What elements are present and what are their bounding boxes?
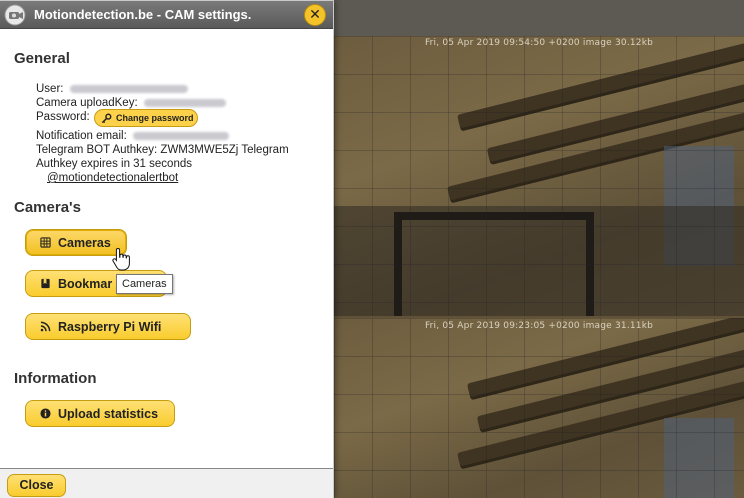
general-heading: General xyxy=(14,50,70,67)
raspberry-pi-wifi-label: Raspberry Pi Wifi xyxy=(58,319,162,334)
cameras-tooltip: Cameras xyxy=(116,274,173,294)
dialog-footer: Close xyxy=(0,469,333,498)
close-icon[interactable]: ✕ xyxy=(304,4,326,26)
cam-settings-dialog: Motiondetection.be - CAM settings. ✕ Gen… xyxy=(0,0,334,498)
password-label: Password: xyxy=(36,111,90,123)
dialog-titlebar[interactable]: Motiondetection.be - CAM settings. ✕ xyxy=(0,1,333,29)
authkey-expiry-text: Authkey expires in 31 seconds xyxy=(36,158,192,170)
telegram-authkey-text: Telegram BOT Authkey: ZWM3MWE5Zj Telegra… xyxy=(36,144,289,156)
change-password-button[interactable]: Change password xyxy=(94,109,198,127)
camera-logo-icon xyxy=(4,4,26,26)
telegram-bot-link-row: @motiondetectionalertbot xyxy=(47,171,178,185)
bookmarks-button-label: Bookmar xyxy=(58,276,113,291)
camera-frame-1[interactable]: Fri, 05 Apr 2019 09:54:50 +0200 image 30… xyxy=(334,36,744,316)
frame-timestamp: Fri, 05 Apr 2019 09:54:50 +0200 image 30… xyxy=(424,38,654,48)
raspberry-pi-wifi-button[interactable]: Raspberry Pi Wifi xyxy=(25,313,191,340)
upload-key-row: Camera uploadKey: xyxy=(36,96,226,110)
cameras-heading: Camera's xyxy=(14,199,81,216)
frame-timestamp: Fri, 05 Apr 2019 09:23:05 +0200 image 31… xyxy=(424,321,654,331)
change-password-label: Change password xyxy=(116,113,194,123)
upload-key-value-redacted xyxy=(143,98,226,107)
cameras-button-label: Cameras xyxy=(58,235,111,250)
notification-email-row: Notification email: xyxy=(36,129,229,143)
information-heading: Information xyxy=(14,370,97,387)
info-icon xyxy=(40,408,51,419)
grid-icon xyxy=(40,237,51,248)
notification-email-redacted xyxy=(132,131,229,140)
close-button[interactable]: Close xyxy=(7,474,66,497)
key-icon xyxy=(101,113,112,123)
user-label: User: xyxy=(36,83,64,95)
notification-email-label: Notification email: xyxy=(36,130,127,142)
hand-cursor-icon xyxy=(112,247,130,271)
rss-icon xyxy=(40,321,51,332)
upload-statistics-button[interactable]: Upload statistics xyxy=(25,400,175,427)
camera-frame-2[interactable]: Fri, 05 Apr 2019 09:23:05 +0200 image 31… xyxy=(334,318,744,498)
dialog-content: General User: Camera uploadKey: Password… xyxy=(0,30,333,468)
password-row: Password: xyxy=(36,110,90,124)
bookmark-icon xyxy=(41,278,50,289)
telegram-bot-link[interactable]: @motiondetectionalertbot xyxy=(47,172,178,184)
dialog-title: Motiondetection.be - CAM settings. xyxy=(34,7,252,22)
upload-key-label: Camera uploadKey: xyxy=(36,97,138,109)
upload-statistics-label: Upload statistics xyxy=(58,406,159,421)
user-value-redacted xyxy=(69,84,188,93)
user-row: User: xyxy=(36,82,188,96)
